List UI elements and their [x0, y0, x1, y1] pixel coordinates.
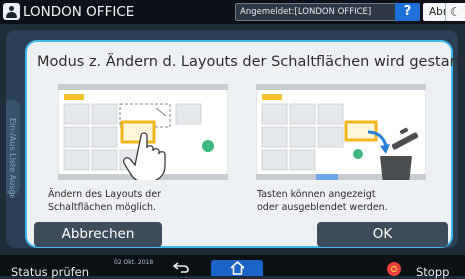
stop-button-label[interactable]: Stopp: [416, 265, 449, 279]
left-caption-line: Ändern des Layouts der: [48, 189, 162, 200]
ok-button[interactable]: OK: [317, 222, 448, 247]
status-check-button[interactable]: Status prüfen: [11, 265, 91, 279]
cancel-button[interactable]: Abbrechen: [34, 222, 162, 247]
right-caption-line: Tasten können angezeigt: [257, 189, 376, 200]
left-caption-line: Schaltflächen möglich.: [48, 202, 157, 213]
date-text: 02 Okt. 2018: [114, 259, 154, 266]
user-icon: [3, 3, 20, 20]
dialog-title: Modus z. Ändern d. Layouts der Schaltflä…: [37, 54, 465, 70]
left-caption: Ändern des Layouts der Schaltflächen mög…: [48, 188, 228, 214]
top-bar: LONDON OFFICE Angemeldet:[LONDON OFFICE]…: [0, 0, 465, 24]
login-status-text: Angemeldet:[LONDON OFFICE]: [240, 7, 372, 17]
right-caption-line: oder ausgeblendet werden.: [257, 202, 388, 213]
side-tab-label: Ein-/Aus Liste Ausgeben: [8, 118, 17, 198]
login-status-field[interactable]: Angemeldet:[LONDON OFFICE] ◢: [235, 3, 420, 21]
rearrange-layout-illustration: [58, 84, 228, 180]
hide-buttons-illustration: [256, 84, 426, 180]
right-caption: Tasten können angezeigt oder ausgeblende…: [257, 188, 447, 214]
help-button[interactable]: ?: [395, 3, 420, 21]
home-icon: [230, 261, 245, 275]
office-name: LONDON OFFICE: [23, 4, 135, 20]
stop-icon[interactable]: [387, 262, 401, 276]
date-display: 02 Okt. 2018: [114, 259, 153, 266]
energy-saver-icon[interactable]: ☾: [445, 3, 465, 21]
back-icon[interactable]: [173, 262, 189, 273]
layout-mode-dialog: Modus z. Ändern d. Layouts der Schaltflä…: [25, 40, 465, 248]
